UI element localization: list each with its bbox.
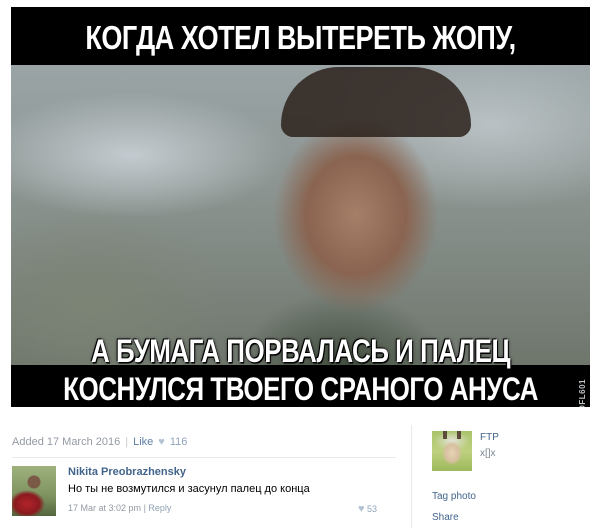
reply-button[interactable]: Reply: [148, 503, 171, 513]
heart-icon[interactable]: ♥: [358, 503, 365, 515]
group-subtitle: x[]x: [480, 448, 496, 459]
meta-separator: |: [125, 436, 129, 448]
heart-icon[interactable]: ♥: [158, 436, 165, 448]
column-divider: [411, 425, 412, 528]
like-count[interactable]: 116: [170, 436, 188, 448]
post-meta: Added 17 March 2016 | Like ♥ 116: [12, 436, 187, 448]
like-button[interactable]: Like: [133, 436, 153, 448]
post-photo[interactable]: КОГДА ХОТЕЛ ВЫТЕРЕТЬ ЖОПУ, А БУМАГА ПОРВ…: [11, 7, 590, 407]
comment-like-count[interactable]: 53: [367, 504, 377, 514]
meme-caption-top: КОГДА ХОТЕЛ ВЫТЕРЕТЬ ЖОПУ,: [85, 19, 516, 57]
comment-like[interactable]: ♥ 53: [358, 503, 377, 515]
group-name[interactable]: FTP: [480, 432, 499, 443]
cat-ears-shape: [443, 431, 461, 439]
added-date: Added 17 March 2016: [12, 436, 121, 448]
watermark: ROFL601: [578, 379, 587, 407]
share-link[interactable]: Share: [432, 512, 459, 523]
comment-time[interactable]: 17 Mar at 3:02 pm: [68, 503, 141, 513]
comment-author[interactable]: Nikita Preobrazhensky: [68, 466, 186, 478]
meme-caption-bottom-line1: А БУМАГА ПОРВАЛАСЬ И ПАЛЕЦ: [91, 332, 510, 370]
comment-meta: 17 Mar at 3:02 pm | Reply: [68, 503, 171, 513]
photo-hair-shape: [281, 67, 471, 137]
commenter-avatar[interactable]: [12, 466, 56, 516]
tag-photo-link[interactable]: Tag photo: [432, 491, 476, 502]
comment-text: Но ты не возмутился и засунул палец до к…: [68, 483, 310, 495]
comment-separator: |: [143, 503, 146, 513]
divider: [12, 457, 396, 458]
meme-caption-bottom-line2: КОСНУЛСЯ ТВОЕГО СРАНОГО АНУСА: [63, 370, 538, 407]
